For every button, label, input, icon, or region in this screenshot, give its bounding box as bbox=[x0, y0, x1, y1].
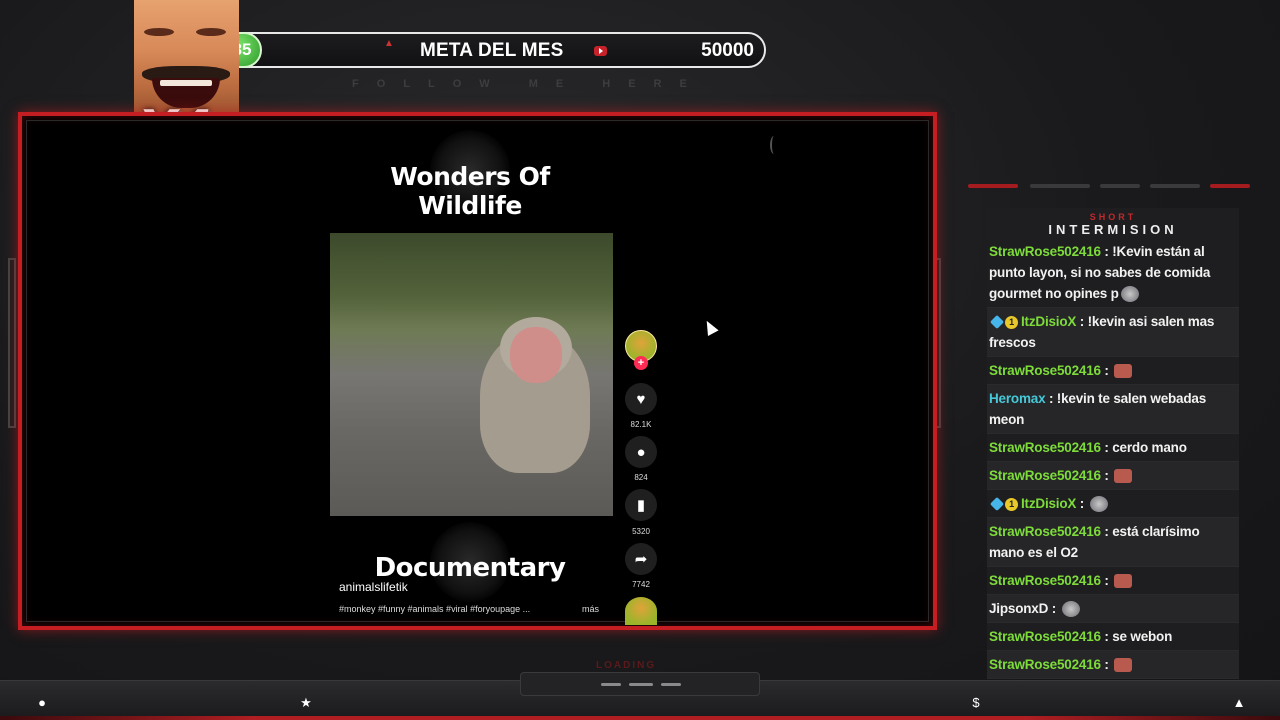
loading-arc-icon bbox=[770, 136, 778, 154]
chat-message: 1 ItzDisioX : bbox=[987, 490, 1239, 518]
follow-plus-icon[interactable]: + bbox=[634, 356, 648, 370]
youtube-icon bbox=[594, 46, 607, 56]
caret-up-icon: ▲ bbox=[384, 38, 394, 49]
like-button[interactable]: ♥ bbox=[625, 383, 657, 415]
chat-separator: : bbox=[1076, 496, 1088, 511]
save-button[interactable]: ▮ bbox=[625, 489, 657, 521]
share-count: 7742 bbox=[632, 580, 650, 589]
chat-separator: : bbox=[1076, 314, 1088, 329]
face-emote-icon bbox=[1114, 658, 1133, 673]
chat-separator: : bbox=[1100, 244, 1113, 259]
chat-username[interactable]: StrawRose502416 bbox=[989, 468, 1101, 483]
chat-message: StrawRose502416 : está clarísimo mano es… bbox=[987, 518, 1239, 567]
chat-username[interactable]: Heromax bbox=[989, 391, 1046, 406]
chat-username[interactable]: StrawRose502416 bbox=[989, 629, 1101, 644]
chat-text: cerdo mano bbox=[1112, 440, 1187, 455]
sub-badge-icon: 1 bbox=[1005, 315, 1018, 329]
sub-badge-icon: 1 bbox=[1005, 497, 1018, 511]
comment-icon: ● bbox=[636, 443, 646, 461]
loading-text: LOADING bbox=[596, 660, 657, 671]
chat-message: StrawRose502416 : cerdo mano bbox=[987, 434, 1239, 462]
share-icon: ➦ bbox=[634, 551, 648, 568]
banner-bottom-title: Documentary bbox=[374, 553, 566, 583]
chat-username[interactable]: StrawRose502416 bbox=[989, 657, 1101, 672]
sound-avatar[interactable] bbox=[625, 597, 657, 625]
chat-username[interactable]: StrawRose502416 bbox=[989, 524, 1101, 539]
cat-emote-icon bbox=[1089, 496, 1108, 513]
bottom-center-decoration bbox=[520, 672, 760, 696]
save-count: 5320 bbox=[632, 527, 650, 536]
goal-progress-bar: 85 ▲ META DEL MES 50000 bbox=[222, 32, 766, 68]
chat-header-subtitle: SHORT bbox=[1089, 212, 1137, 222]
chat-message: StrawRose502416 : !Kevin están al punto … bbox=[987, 238, 1239, 308]
cat-emote-icon bbox=[1120, 286, 1139, 303]
chat-separator: : bbox=[1100, 657, 1113, 672]
chat-message: StrawRose502416 : bbox=[987, 567, 1239, 595]
chat-username[interactable]: ItzDisioX bbox=[1021, 496, 1076, 511]
chat-separator: : bbox=[1045, 391, 1057, 406]
chat-separator: : bbox=[1100, 573, 1113, 588]
chat-separator: : bbox=[1100, 363, 1113, 378]
like-count: 82.1K bbox=[630, 420, 652, 429]
chat-message: JipsonxD : bbox=[987, 595, 1239, 623]
chat-username[interactable]: StrawRose502416 bbox=[989, 244, 1101, 259]
chat-message: Heromax : !kevin te salen webadas meon bbox=[987, 385, 1239, 434]
monkey-video[interactable] bbox=[330, 233, 613, 516]
follow-me-text: FOLLOW ME HERE bbox=[352, 78, 705, 90]
caption-more-link[interactable]: más bbox=[582, 604, 599, 614]
chat-separator: : bbox=[1048, 601, 1060, 616]
drop-icon: ▲ bbox=[1232, 695, 1246, 710]
diamond-badge-icon bbox=[989, 315, 1005, 330]
comment-button[interactable]: ● bbox=[625, 436, 657, 468]
face-emote-icon bbox=[1114, 364, 1133, 379]
video-caption: #monkey #funny #animals #viral #foryoupa… bbox=[339, 604, 531, 614]
banner-title: Wonders Of Wildlife bbox=[390, 162, 550, 220]
diamond-badge-icon bbox=[989, 497, 1005, 512]
left-frame-deco bbox=[8, 258, 16, 428]
chat-username[interactable]: JipsonxD bbox=[989, 601, 1048, 616]
star-icon: ★ bbox=[300, 695, 312, 710]
chat-message: StrawRose502416 : bbox=[987, 357, 1239, 385]
cat-emote-icon bbox=[1061, 601, 1080, 618]
dollar-icon: $ bbox=[972, 695, 980, 710]
chat-username[interactable]: StrawRose502416 bbox=[989, 573, 1101, 588]
chat-username[interactable]: ItzDisioX bbox=[1021, 314, 1076, 329]
chat-separator: : bbox=[1100, 524, 1113, 539]
chat-panel: SHORT INTERMISION StrawRose502416 : !Kev… bbox=[987, 208, 1239, 707]
share-button[interactable]: ➦ bbox=[625, 543, 657, 575]
heart-icon: ♥ bbox=[636, 390, 646, 408]
chat-message: StrawRose502416 : se webon bbox=[987, 623, 1239, 651]
face-emote-icon bbox=[1114, 469, 1133, 484]
chat-text: se webon bbox=[1112, 629, 1173, 644]
comment-count: 824 bbox=[634, 473, 648, 482]
chat-username[interactable]: StrawRose502416 bbox=[989, 363, 1101, 378]
user-icon: ● bbox=[38, 695, 46, 710]
chat-top-decoration bbox=[960, 180, 1260, 194]
chat-message: StrawRose502416 : bbox=[987, 462, 1239, 490]
chat-separator: : bbox=[1100, 440, 1113, 455]
chat-username[interactable]: StrawRose502416 bbox=[989, 440, 1101, 455]
chat-message-list[interactable]: StrawRose502416 : !Kevin están al punto … bbox=[987, 238, 1239, 707]
bookmark-icon: ▮ bbox=[636, 497, 646, 514]
chat-header-title: INTERMISION bbox=[1048, 222, 1178, 237]
chat-message: StrawRose502416 : bbox=[987, 651, 1239, 679]
chat-separator: : bbox=[1100, 468, 1113, 483]
goal-target-value: 50000 bbox=[701, 40, 754, 61]
chat-message: 1 ItzDisioX : !kevin asi salen mas fresco… bbox=[987, 308, 1239, 357]
goal-label: META DEL MES bbox=[420, 40, 564, 61]
video-account-name[interactable]: animalslifetik bbox=[339, 580, 408, 594]
face-emote-icon bbox=[1114, 574, 1133, 589]
chat-separator: : bbox=[1100, 629, 1113, 644]
